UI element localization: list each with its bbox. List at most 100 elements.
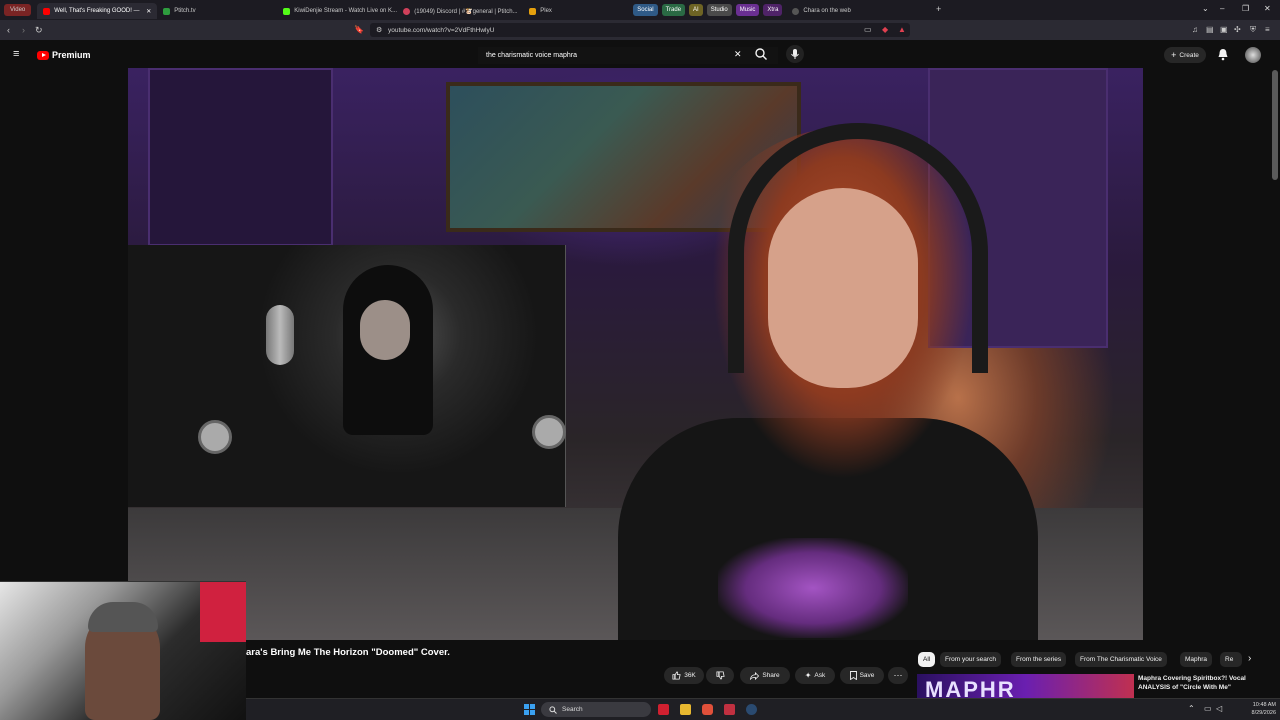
clear-search-icon[interactable]: ✕ bbox=[734, 49, 742, 60]
app-lightning-icon[interactable] bbox=[658, 704, 669, 715]
thumbs-down-icon bbox=[715, 671, 725, 680]
tab-group-trade[interactable]: Trade bbox=[661, 4, 686, 16]
url-text: youtube.com/watch?v=2VdFthHwlyU bbox=[388, 26, 495, 34]
dislike-button[interactable] bbox=[706, 667, 734, 684]
chips-next-chevron-icon[interactable]: › bbox=[1248, 653, 1251, 664]
back-icon[interactable]: ‹ bbox=[7, 24, 10, 36]
tab-icon[interactable]: ▣ bbox=[1220, 24, 1228, 36]
video-title: ara's Bring Me The Horizon "Doomed" Cove… bbox=[246, 647, 450, 658]
chip-from-the-charismatic-voice[interactable]: From The Charismatic Voice bbox=[1075, 652, 1167, 667]
reload-icon[interactable]: ↻ bbox=[35, 24, 43, 36]
network-icon[interactable]: ▭ bbox=[1204, 704, 1212, 713]
kick-favicon-icon bbox=[283, 7, 291, 15]
share-button[interactable]: Share bbox=[740, 667, 790, 684]
hamburger-menu-icon[interactable]: ≡ bbox=[13, 48, 19, 60]
notifications-bell-icon[interactable] bbox=[1217, 48, 1229, 61]
tab-group-music[interactable]: Music bbox=[735, 4, 760, 16]
more-actions-button[interactable]: ⋯ bbox=[888, 667, 908, 684]
chip-all[interactable]: All bbox=[918, 652, 936, 667]
page-scrollbar[interactable] bbox=[1272, 70, 1278, 180]
tab-label: Plex bbox=[540, 8, 552, 14]
music-icon[interactable]: ♫ bbox=[1192, 24, 1198, 36]
extensions-icon[interactable]: ✣ bbox=[1234, 24, 1241, 36]
chip-related[interactable]: Re bbox=[1220, 652, 1242, 667]
background-shelf-left bbox=[148, 68, 333, 246]
volume-icon[interactable]: ◁ bbox=[1216, 704, 1222, 713]
close-window-icon[interactable]: ✕ bbox=[1264, 4, 1271, 13]
tray-chevron-icon[interactable]: ⌃ bbox=[1188, 704, 1195, 713]
windows-start-icon[interactable] bbox=[524, 704, 535, 715]
brave-browser-icon[interactable] bbox=[702, 704, 713, 715]
address-bar[interactable]: ⚙ youtube.com/watch?v=2VdFthHwlyU bbox=[370, 23, 910, 37]
create-label: Create bbox=[1179, 51, 1199, 59]
chip-from-your-search[interactable]: From your search bbox=[940, 652, 1001, 667]
like-count: 36K bbox=[684, 672, 696, 679]
more-dots-icon: ⋯ bbox=[893, 670, 903, 680]
alert-extension-icon[interactable]: ▲ bbox=[898, 24, 906, 36]
taskbar-search-label: Search bbox=[562, 706, 583, 713]
tab-label: Ptitch.tv bbox=[174, 8, 196, 14]
plus-icon: + bbox=[1171, 50, 1177, 60]
steam-icon[interactable] bbox=[746, 704, 757, 715]
taskbar-search[interactable]: Search bbox=[541, 702, 651, 717]
tab-group-social[interactable]: Social bbox=[633, 4, 658, 16]
menu-icon[interactable]: ≡ bbox=[1265, 24, 1270, 36]
restore-icon[interactable]: ❐ bbox=[1242, 4, 1249, 13]
discord-favicon-icon bbox=[403, 7, 411, 15]
tab-group-xtra[interactable]: Xtra bbox=[763, 4, 783, 16]
tab-label: Well, That's Freaking GOOD! — bbox=[54, 8, 140, 14]
reader-view-icon[interactable]: ▭ bbox=[864, 24, 872, 36]
tab-group-studio[interactable]: Studio bbox=[706, 4, 732, 16]
tab-group-ai[interactable]: AI bbox=[689, 4, 703, 16]
webcam-background-red-panel bbox=[200, 582, 246, 642]
taskbar-clock[interactable]: 10:48 AM 8/29/2026 bbox=[1252, 702, 1276, 717]
youtube-logo[interactable]: Premium bbox=[37, 50, 91, 60]
tab-plex[interactable]: Plex bbox=[523, 3, 633, 19]
tab-group-video[interactable]: Video bbox=[4, 4, 32, 16]
picture-in-picture-inset bbox=[128, 245, 566, 507]
tab-discord[interactable]: (19049) Discord | #🐮general | Ptitch... bbox=[397, 3, 523, 19]
forward-icon[interactable]: › bbox=[22, 24, 25, 36]
clock-time: 10:48 AM bbox=[1252, 702, 1276, 708]
video-player[interactable] bbox=[128, 68, 1143, 640]
save-button[interactable]: Save bbox=[840, 667, 884, 684]
tab-label: (19049) Discord | #🐮general | Ptitch... bbox=[414, 8, 518, 15]
search-input[interactable]: the charismatic voice maphra ✕ bbox=[478, 47, 778, 64]
logo-text: Premium bbox=[52, 50, 91, 60]
avatar[interactable] bbox=[1245, 47, 1261, 63]
app-grid-icon[interactable] bbox=[724, 704, 735, 715]
ask-button[interactable]: ✦ Ask bbox=[795, 667, 835, 684]
extension-icon[interactable]: ◆ bbox=[882, 24, 888, 36]
plex-favicon-icon bbox=[529, 7, 537, 15]
save-label: Save bbox=[859, 672, 875, 679]
file-explorer-icon[interactable] bbox=[680, 704, 691, 715]
chip-from-the-series[interactable]: From the series bbox=[1011, 652, 1067, 667]
sparkle-icon: ✦ bbox=[804, 671, 812, 680]
create-button[interactable]: + Create bbox=[1164, 47, 1206, 63]
search-query-text: the charismatic voice maphra bbox=[486, 52, 578, 59]
tab-list-icon[interactable]: ⌄ bbox=[1202, 4, 1209, 13]
like-button[interactable]: 36K bbox=[664, 667, 704, 684]
sidebar-icon[interactable]: ▤ bbox=[1206, 24, 1214, 36]
bookmark-save-icon bbox=[849, 671, 857, 680]
singer-face bbox=[360, 300, 410, 360]
tab-twitch[interactable]: Ptitch.tv bbox=[157, 3, 277, 19]
suggested-video-title[interactable]: Maphra Covering Spiritbox?! Vocal ANALYS… bbox=[1138, 674, 1278, 692]
bookmark-icon[interactable]: 🔖 bbox=[354, 24, 364, 36]
tab-chara[interactable]: Chara on the web bbox=[786, 3, 896, 19]
shield-icon[interactable]: ⛨ bbox=[1250, 24, 1256, 36]
site-info-icon[interactable]: ⚙ bbox=[376, 26, 382, 34]
clock-date: 8/29/2026 bbox=[1251, 709, 1276, 716]
tab-kick[interactable]: KiwiDenjie Stream - Watch Live on K... bbox=[277, 3, 397, 19]
youtube-play-icon bbox=[37, 50, 49, 60]
tab-youtube[interactable]: Well, That's Freaking GOOD! — ✕ bbox=[37, 3, 158, 19]
minimize-icon[interactable]: – bbox=[1220, 4, 1224, 13]
close-tab-icon[interactable]: ✕ bbox=[146, 8, 151, 15]
browser-toolbar: ‹ › ↻ 🔖 ⚙ youtube.com/watch?v=2VdFthHwly… bbox=[0, 20, 1280, 40]
search-icon[interactable] bbox=[754, 47, 768, 61]
studio-lamp-left bbox=[198, 420, 232, 454]
new-tab-icon[interactable]: + bbox=[936, 4, 941, 14]
youtube-favicon-icon bbox=[43, 7, 51, 15]
chip-maphra[interactable]: Maphra bbox=[1180, 652, 1213, 667]
voice-search-icon[interactable] bbox=[786, 45, 804, 63]
